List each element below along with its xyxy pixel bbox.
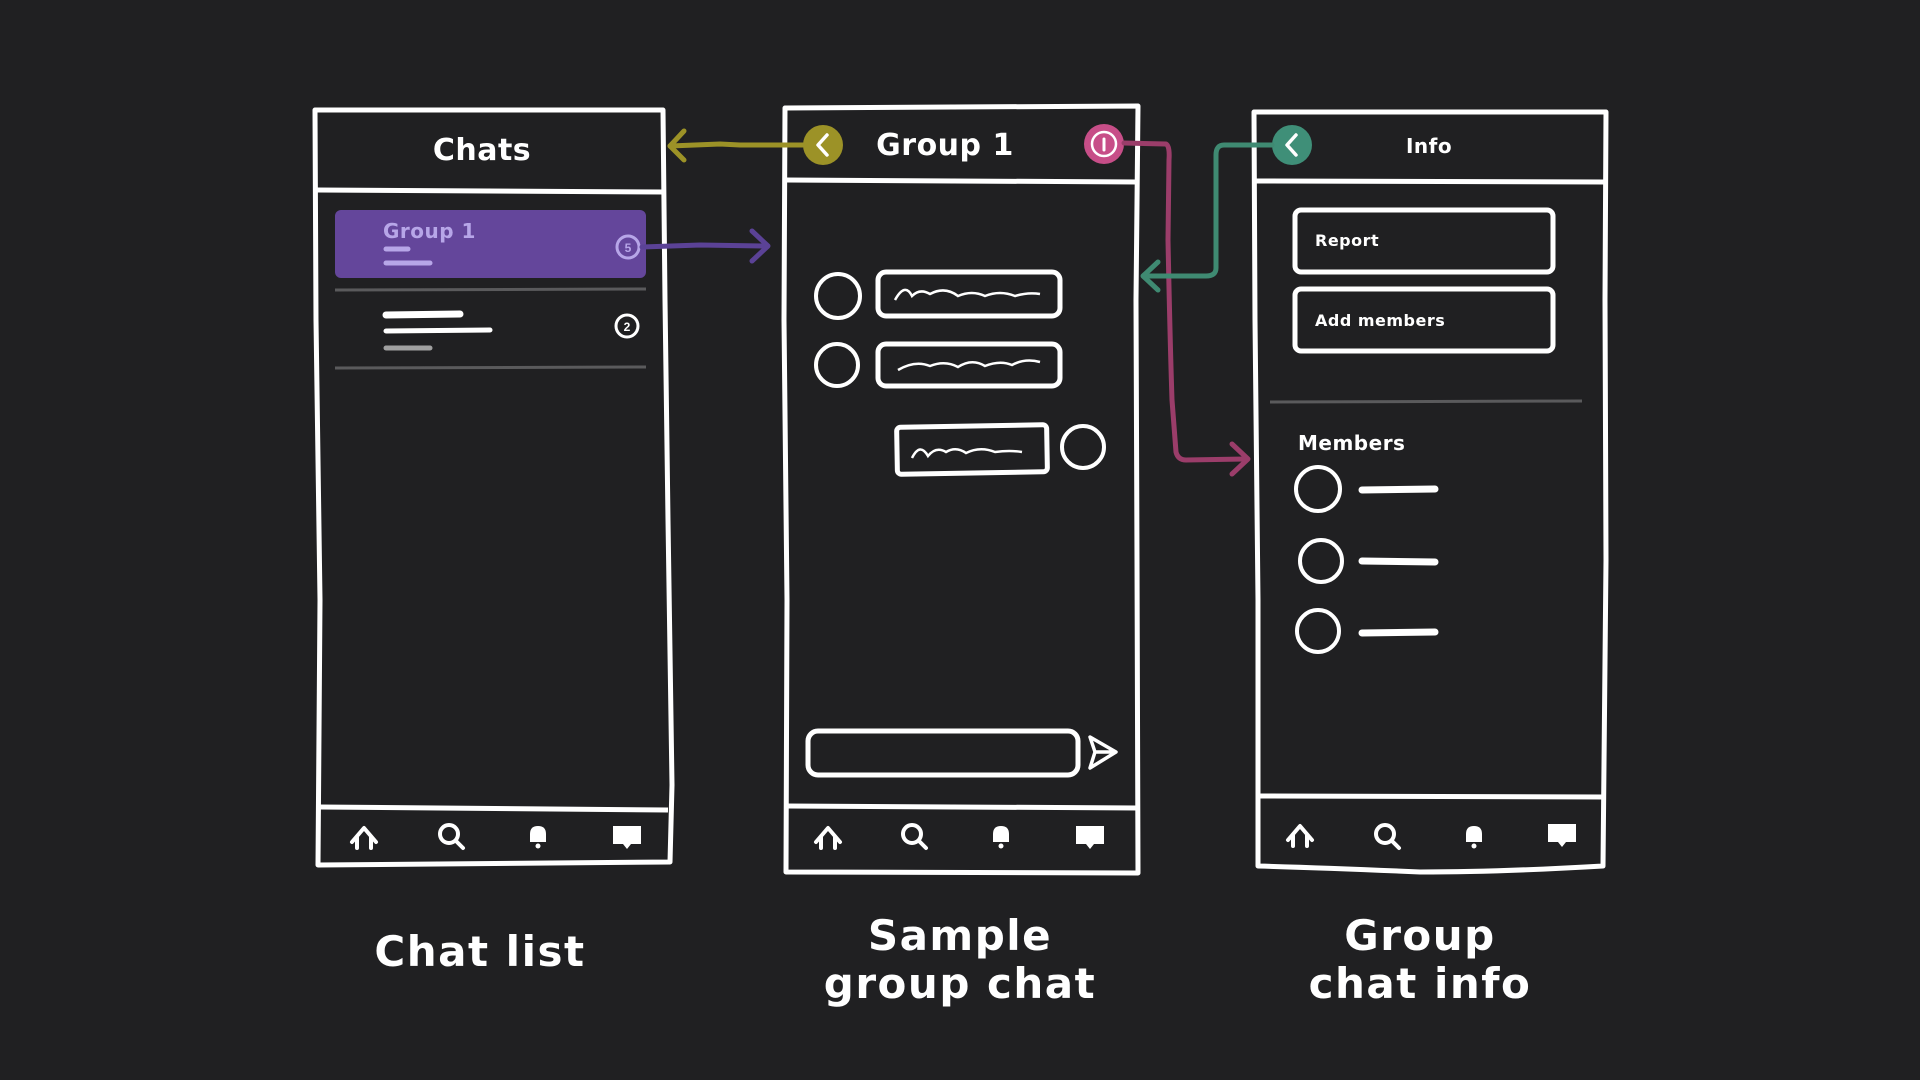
back-button[interactable] bbox=[803, 125, 843, 165]
search-icon[interactable] bbox=[901, 823, 928, 850]
message-scribble bbox=[910, 448, 1023, 459]
home-icon[interactable] bbox=[1286, 824, 1314, 848]
arrow-back-to-chat-list bbox=[667, 141, 806, 149]
message-scribble bbox=[897, 359, 1041, 372]
home-icon[interactable] bbox=[350, 826, 378, 850]
group-chat-header-divider bbox=[785, 177, 1138, 185]
caption-line: Sample bbox=[867, 911, 1053, 960]
caption-line: chat info bbox=[1308, 959, 1532, 1008]
chat-list-item-selected-bg[interactable] bbox=[335, 210, 646, 278]
chat-list-header-divider bbox=[316, 187, 665, 195]
message-outgoing bbox=[894, 422, 1106, 477]
report-button[interactable]: Report bbox=[1292, 207, 1556, 275]
chat-list-item-group-1[interactable]: Group 1 5 bbox=[335, 210, 646, 278]
group-info-caption: Group chat info bbox=[1270, 912, 1570, 1008]
caption-line: group chat bbox=[823, 959, 1097, 1008]
search-icon[interactable] bbox=[1374, 823, 1401, 850]
chat-icon[interactable] bbox=[613, 826, 641, 849]
bottom-nav-divider bbox=[319, 804, 669, 813]
chat-list-screen: Chats Group 1 5 2 bbox=[312, 107, 675, 868]
chat-list-caption: Chat list bbox=[330, 928, 630, 976]
group-chat-caption: Sample group chat bbox=[800, 912, 1120, 1008]
bottom-nav bbox=[814, 823, 1104, 850]
member-row[interactable] bbox=[1298, 538, 1439, 584]
group-info-screen: Info Report Add members Members bbox=[1251, 109, 1609, 875]
group-info-title: Info bbox=[1406, 134, 1452, 158]
bottom-nav-divider bbox=[1257, 793, 1605, 800]
arrow-open-group-chat bbox=[639, 242, 768, 250]
message-incoming bbox=[814, 341, 1063, 389]
chat-list-item-2[interactable]: 2 bbox=[335, 300, 646, 362]
bell-icon[interactable] bbox=[1466, 826, 1482, 849]
back-button[interactable] bbox=[1272, 125, 1312, 165]
avatar bbox=[1298, 538, 1344, 584]
message-input[interactable] bbox=[805, 728, 1081, 778]
avatar bbox=[1060, 424, 1106, 470]
chat-icon[interactable] bbox=[1548, 824, 1576, 847]
info-button[interactable] bbox=[1084, 124, 1124, 164]
report-button-label: Report bbox=[1315, 231, 1379, 250]
member-name-line bbox=[1358, 485, 1439, 494]
bottom-nav bbox=[350, 823, 641, 850]
message-incoming bbox=[814, 269, 1063, 320]
send-button[interactable] bbox=[1088, 735, 1118, 770]
caption-line: Group bbox=[1344, 911, 1496, 960]
bottom-nav bbox=[1286, 823, 1576, 850]
avatar bbox=[1294, 465, 1342, 513]
caption-line: Chat list bbox=[374, 927, 586, 976]
group-info-header-divider bbox=[1254, 178, 1606, 185]
bottom-nav-divider bbox=[786, 803, 1138, 811]
list-divider bbox=[334, 365, 647, 370]
members-heading: Members bbox=[1298, 431, 1405, 455]
message-scribble bbox=[893, 288, 1041, 301]
list-divider bbox=[334, 287, 647, 292]
search-icon[interactable] bbox=[438, 823, 465, 850]
section-divider bbox=[1269, 399, 1583, 404]
bell-icon[interactable] bbox=[530, 826, 546, 849]
group-chat-screen: Group 1 bbox=[781, 103, 1141, 876]
group-chat-frame bbox=[781, 103, 1141, 876]
unread-count: 2 bbox=[624, 320, 631, 334]
send-icon[interactable] bbox=[1088, 735, 1118, 770]
back-button-bg[interactable] bbox=[803, 125, 843, 165]
message-bubble bbox=[875, 341, 1063, 389]
bell-icon[interactable] bbox=[993, 826, 1009, 849]
arrow-open-group-info bbox=[1121, 140, 1248, 463]
add-members-button-label: Add members bbox=[1315, 311, 1445, 330]
avatar bbox=[814, 272, 862, 320]
member-name-line bbox=[1358, 557, 1439, 566]
home-icon[interactable] bbox=[814, 826, 842, 850]
back-button-bg[interactable] bbox=[1272, 125, 1312, 165]
avatar bbox=[814, 342, 860, 388]
message-preview-line bbox=[383, 327, 493, 334]
add-members-button[interactable]: Add members bbox=[1292, 286, 1556, 354]
group-chat-title: Group 1 bbox=[876, 128, 1014, 163]
chat-name-line bbox=[382, 310, 464, 319]
chat-list-title: Chats bbox=[433, 133, 531, 168]
member-row[interactable] bbox=[1295, 608, 1439, 654]
member-row[interactable] bbox=[1294, 465, 1439, 513]
member-name-line bbox=[1358, 628, 1439, 637]
avatar bbox=[1295, 608, 1341, 654]
unread-count: 5 bbox=[625, 241, 632, 255]
chat-icon[interactable] bbox=[1076, 826, 1104, 849]
chat-list-item-name: Group 1 bbox=[383, 219, 476, 243]
